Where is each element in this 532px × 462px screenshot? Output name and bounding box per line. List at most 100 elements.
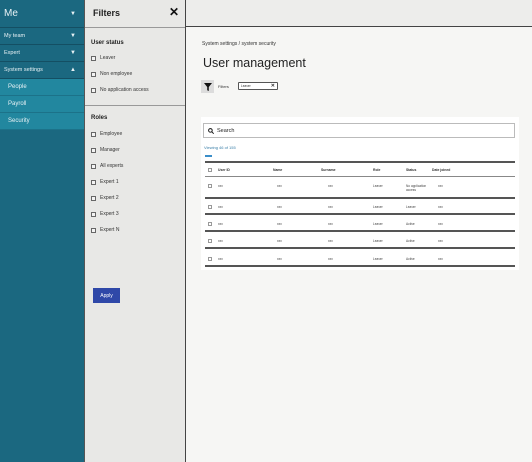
- row-checkbox[interactable]: [208, 205, 212, 209]
- nav-subitem-payroll[interactable]: Payroll: [0, 96, 84, 113]
- checkbox-label: Expert 1: [100, 179, 119, 185]
- column-header[interactable]: Name: [273, 168, 282, 172]
- table-cell: Leaver: [373, 239, 383, 243]
- table-cell: Active: [406, 239, 415, 243]
- checkbox[interactable]: [91, 163, 96, 169]
- filter-chip-leaver[interactable]: Leaver ✕: [238, 82, 278, 90]
- filter-option-manager[interactable]: Manager: [91, 147, 120, 153]
- table-cell: xxx: [438, 184, 443, 188]
- nav-item-expert[interactable]: Expert ▼: [0, 45, 84, 62]
- filter-option-employee[interactable]: Employee: [91, 131, 122, 137]
- table-cell: xxx: [438, 222, 443, 226]
- table-rule: [205, 197, 515, 199]
- table-rule: [205, 247, 515, 249]
- checkbox[interactable]: [91, 179, 96, 185]
- checkbox-label: Expert 2: [100, 195, 119, 201]
- checkbox[interactable]: [91, 227, 96, 233]
- nav-item-label: Expert: [4, 50, 20, 56]
- filters-title: Filters: [93, 8, 121, 18]
- table-rule: [205, 161, 515, 163]
- nav-subitem-label: People: [8, 84, 27, 90]
- filters-panel: Filters ✕ User status Leaver Non employe…: [84, 0, 186, 462]
- table-cell: Active: [406, 222, 415, 226]
- table-cell: No application access: [406, 184, 427, 192]
- nav-item-my-team[interactable]: My team ▼: [0, 28, 84, 45]
- filter-chip-label: Leaver: [241, 84, 251, 88]
- checkbox-label: Employee: [100, 131, 123, 137]
- nav-subitem-label: Payroll: [8, 101, 27, 107]
- table-cell: xxx: [328, 257, 333, 261]
- nav-subitem-people[interactable]: People: [0, 79, 84, 96]
- side-nav: Me ▼ My team ▼ Expert ▼ System settings …: [0, 0, 84, 462]
- table-cell: xxx: [218, 184, 223, 188]
- table-cell: xxx: [277, 205, 282, 209]
- table-cell: Leaver: [373, 257, 383, 261]
- checkbox[interactable]: [91, 211, 96, 217]
- checkbox-label: All experts: [100, 163, 124, 169]
- checkbox[interactable]: [91, 131, 96, 137]
- result-count: Viewing 46 of 155: [204, 145, 236, 150]
- close-icon[interactable]: ✕: [271, 83, 275, 89]
- table-cell: xxx: [328, 239, 333, 243]
- search-input[interactable]: Search: [203, 123, 515, 138]
- filters-label: Filters: [218, 84, 229, 89]
- table-cell: xxx: [277, 239, 282, 243]
- checkbox[interactable]: [91, 71, 96, 77]
- filter-option-expert-1[interactable]: Expert 1: [91, 179, 119, 185]
- checkbox[interactable]: [91, 87, 96, 93]
- filter-toggle-button[interactable]: [201, 80, 214, 93]
- checkbox-label: Manager: [100, 147, 120, 153]
- filter-option-expert-3[interactable]: Expert 3: [91, 211, 119, 217]
- table-cell: xxx: [218, 222, 223, 226]
- row-checkbox[interactable]: [208, 239, 212, 243]
- filter-option-expert-n[interactable]: Expert N: [91, 227, 119, 233]
- filter-option-non-employee[interactable]: Non employee: [91, 71, 132, 77]
- filter-option-no-application-access[interactable]: No application access: [91, 87, 149, 93]
- checkbox[interactable]: [91, 147, 96, 153]
- table-cell: xxx: [218, 239, 223, 243]
- table-cell: xxx: [438, 205, 443, 209]
- select-all-checkbox[interactable]: [208, 168, 212, 172]
- checkbox[interactable]: [91, 195, 96, 201]
- nav-me[interactable]: Me ▼: [0, 0, 84, 28]
- top-bar: [186, 0, 532, 27]
- table-cell: xxx: [277, 257, 282, 261]
- nav-subitem-security[interactable]: Security: [0, 113, 84, 130]
- table-cell: Leaver: [373, 222, 383, 226]
- table-cell: xxx: [218, 205, 223, 209]
- row-checkbox[interactable]: [208, 222, 212, 226]
- table-cell: Leaver: [406, 205, 416, 209]
- table-rule: [205, 213, 515, 215]
- search-placeholder: Search: [217, 127, 235, 134]
- checkbox-label: No application access: [100, 87, 149, 93]
- column-header[interactable]: Surname: [321, 168, 336, 172]
- column-header[interactable]: User ID: [218, 168, 230, 172]
- row-checkbox[interactable]: [208, 257, 212, 261]
- search-icon: [208, 127, 214, 134]
- chevron-down-icon: ▼: [70, 50, 76, 56]
- breadcrumb[interactable]: System settings / system security: [202, 41, 276, 47]
- checkbox-label: Expert N: [100, 227, 120, 233]
- nav-item-label: System settings: [4, 67, 43, 73]
- checkbox[interactable]: [91, 55, 96, 61]
- close-icon[interactable]: ✕: [169, 5, 179, 19]
- filter-option-expert-2[interactable]: Expert 2: [91, 195, 119, 201]
- column-header[interactable]: Status: [406, 168, 416, 172]
- column-header[interactable]: Date joined: [432, 168, 450, 172]
- chevron-down-icon: ▼: [70, 10, 76, 17]
- user-status-heading: User status: [91, 40, 124, 46]
- table-rule: [205, 230, 515, 232]
- table-cell: xxx: [277, 222, 282, 226]
- row-checkbox[interactable]: [208, 184, 212, 188]
- table-cell: xxx: [218, 257, 223, 261]
- apply-button[interactable]: Apply: [93, 288, 120, 303]
- table-rule: [205, 176, 515, 177]
- filter-option-all-experts[interactable]: All experts: [91, 163, 123, 169]
- column-header[interactable]: Role: [373, 168, 380, 172]
- table-cell: xxx: [438, 239, 443, 243]
- filter-option-leaver[interactable]: Leaver: [91, 55, 115, 61]
- nav-item-system-settings[interactable]: System settings ▲: [0, 62, 84, 79]
- table-cell: xxx: [328, 184, 333, 188]
- table-cell: xxx: [328, 205, 333, 209]
- table-cell: Leaver: [373, 184, 383, 188]
